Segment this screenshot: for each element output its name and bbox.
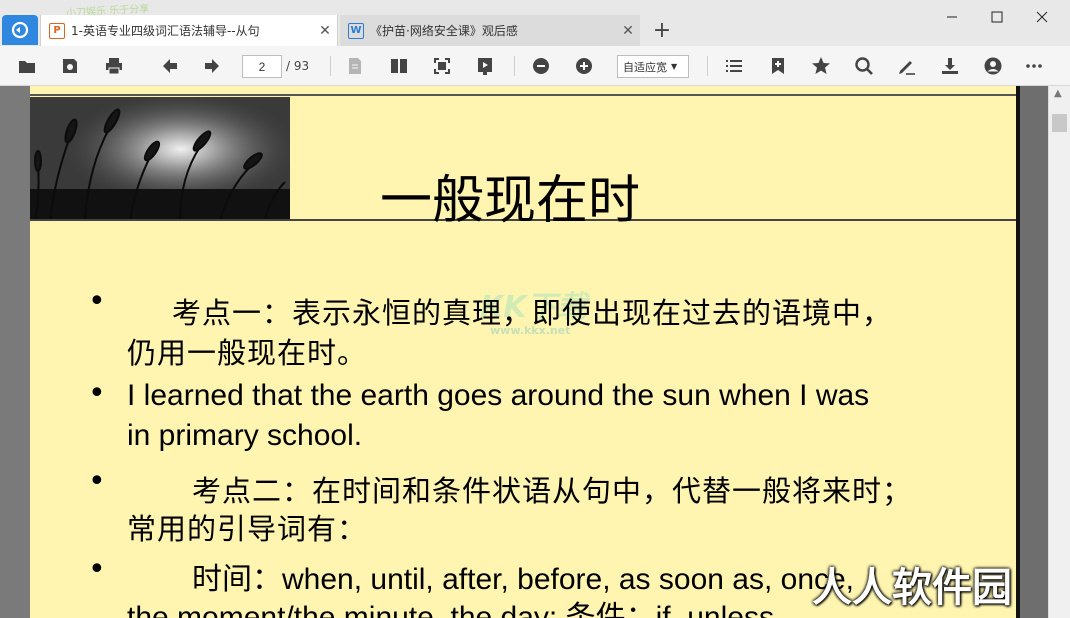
wheat-field-photo: [30, 97, 290, 221]
bullet-4-line-2: the moment/the minute, the day; 条件：if, u…: [127, 601, 783, 618]
previous-page-icon[interactable]: [157, 54, 183, 78]
app-logo-icon[interactable]: [2, 15, 38, 45]
user-account-icon[interactable]: [980, 54, 1006, 78]
dual-page-icon[interactable]: [386, 54, 412, 78]
zoom-in-icon[interactable]: [571, 54, 597, 78]
scroll-up-icon[interactable]: ▲: [1054, 88, 1062, 99]
maximize-button[interactable]: [975, 4, 1019, 30]
tab-label: 《护苗·网络安全课》观后感: [370, 24, 518, 38]
next-page-icon[interactable]: [199, 54, 225, 78]
bullet-dot: •: [88, 284, 106, 319]
zoom-out-icon[interactable]: [528, 54, 554, 78]
vertical-scrollbar[interactable]: ▲: [1048, 86, 1070, 618]
tab-document-1[interactable]: P 1-英语专业四级词汇语法辅导--从句 ✕: [40, 15, 338, 46]
slide-title: 一般现在时: [380, 171, 641, 231]
more-options-icon[interactable]: [1021, 54, 1047, 78]
bullet-dot: •: [88, 552, 106, 587]
fullscreen-icon[interactable]: [429, 54, 455, 78]
tab-close-icon[interactable]: ✕: [313, 23, 337, 39]
save-cloud-icon[interactable]: [57, 54, 83, 78]
tab-document-2[interactable]: W 《护苗·网络安全课》观后感 ✕: [340, 15, 640, 46]
bullet-2-line-2: in primary school.: [127, 419, 363, 452]
bullet-2-line-1: I learned that the earth goes around the…: [127, 379, 870, 412]
zoom-mode-select[interactable]: 自适应宽 ▼: [617, 55, 689, 78]
download-icon[interactable]: [937, 54, 963, 78]
open-folder-icon[interactable]: [14, 54, 40, 78]
pdf-reader-window: 小刀娱乐 乐于分享 P 1-英语专业四级词汇语法辅导--从句 ✕ W 《护苗·网…: [0, 0, 1070, 618]
page-number-input[interactable]: [242, 55, 282, 78]
bullet-3-line-1: 考点二：在时间和条件状语从句中，代替一般将来时；: [192, 474, 913, 508]
tab-close-icon[interactable]: ✕: [616, 23, 640, 39]
viewer-margin: [1020, 86, 1048, 618]
bullet-dot: •: [88, 376, 106, 411]
bullet-1-line-1: 考点一：表示永恒的真理，即使出现在过去的语境中，: [172, 296, 893, 330]
minimize-button[interactable]: [930, 4, 974, 30]
tab-label: 1-英语专业四级词汇语法辅导--从句: [71, 24, 260, 38]
chevron-down-icon: ▼: [671, 62, 678, 71]
search-icon[interactable]: [851, 54, 877, 78]
outline-list-icon[interactable]: [721, 54, 747, 78]
new-tab-button[interactable]: +: [650, 18, 674, 43]
add-bookmark-icon[interactable]: [765, 54, 791, 78]
scrollbar-thumb[interactable]: [1052, 114, 1067, 132]
ppt-icon: P: [49, 22, 65, 39]
slide-page: 一般现在时 KK下载 www.kkx.net • 考点一：表示永恒的真理，即使出…: [30, 86, 1020, 618]
toolbar: / 93 自适应宽 ▼: [0, 46, 1070, 86]
bullet-3-line-2: 常用的引导词有：: [127, 512, 368, 546]
bullet-dot: •: [88, 464, 106, 499]
corner-watermark: 人人软件园: [812, 565, 1012, 611]
slide-top-rule: [30, 94, 1016, 96]
bullet-1-line-2: 仍用一般现在时。: [127, 336, 368, 370]
slideshow-icon[interactable]: [472, 54, 498, 78]
favorite-star-icon[interactable]: [808, 54, 834, 78]
print-icon[interactable]: [101, 54, 127, 78]
zoom-mode-label: 自适应宽: [623, 60, 667, 74]
annotate-pen-icon[interactable]: [894, 54, 920, 78]
close-window-button[interactable]: [1020, 4, 1064, 30]
single-page-icon[interactable]: [342, 54, 368, 78]
page-total-label: / 93: [286, 59, 310, 73]
tab-bar: 小刀娱乐 乐于分享 P 1-英语专业四级词汇语法辅导--从句 ✕ W 《护苗·网…: [0, 0, 1070, 46]
word-icon: W: [348, 22, 364, 39]
